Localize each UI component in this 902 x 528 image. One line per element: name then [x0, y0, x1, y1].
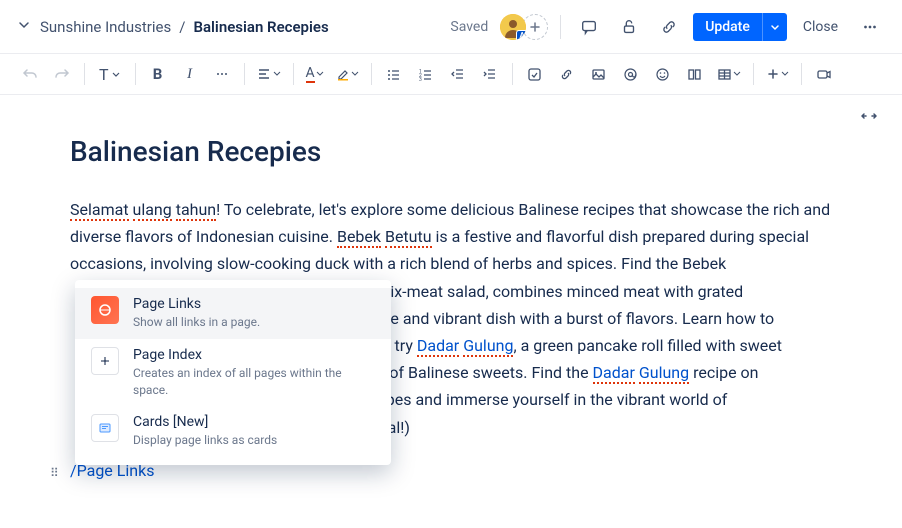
- numbered-list-icon[interactable]: 123: [412, 60, 440, 88]
- divider: [560, 15, 561, 39]
- popup-item-cards[interactable]: Cards [New] Display page links as cards: [75, 406, 391, 457]
- breadcrumb: Sunshine Industries / Balinesian Recepie…: [40, 18, 329, 36]
- popup-item-desc: Show all links in a page.: [133, 314, 375, 331]
- image-icon[interactable]: [585, 60, 613, 88]
- indent-icon[interactable]: [476, 60, 504, 88]
- toolbar-separator: [512, 63, 513, 85]
- page-title[interactable]: Balinesian Recepies: [70, 135, 832, 168]
- page-index-icon: [91, 347, 119, 375]
- toolbar-separator: [244, 63, 245, 85]
- more-icon[interactable]: [854, 11, 886, 43]
- lock-icon[interactable]: [613, 11, 645, 43]
- avatar-badge-icon: A: [516, 30, 526, 40]
- link-icon[interactable]: [653, 11, 685, 43]
- highlight-icon[interactable]: [332, 60, 363, 88]
- update-button-group: Update: [693, 13, 787, 41]
- italic-icon[interactable]: I: [176, 60, 204, 88]
- popup-item-title: Page Index: [133, 347, 375, 363]
- collapse-chevron-icon[interactable]: [16, 17, 32, 37]
- saved-status: Saved: [450, 19, 488, 35]
- slash-command-popup: Page Links Show all links in a page. Pag…: [75, 280, 391, 465]
- toolbar-separator: [293, 63, 294, 85]
- avatar[interactable]: A: [500, 14, 526, 40]
- toolbar-separator: [753, 63, 754, 85]
- insert-link-icon[interactable]: [553, 60, 581, 88]
- popup-item-page-links[interactable]: Page Links Show all links in a page.: [75, 288, 391, 339]
- cards-icon: [91, 414, 119, 442]
- comment-icon[interactable]: [573, 11, 605, 43]
- svg-text:3: 3: [419, 77, 422, 82]
- header: Sunshine Industries / Balinesian Recepie…: [0, 0, 902, 54]
- layouts-icon[interactable]: [681, 60, 709, 88]
- expand-width-icon[interactable]: [860, 107, 878, 129]
- more-formatting-icon[interactable]: [208, 60, 236, 88]
- action-item-icon[interactable]: [521, 60, 549, 88]
- bold-icon[interactable]: B: [144, 60, 172, 88]
- drag-handle-icon[interactable]: ⠿: [50, 466, 59, 480]
- popup-item-title: Page Links: [133, 296, 375, 312]
- align-icon[interactable]: [253, 60, 285, 88]
- toolbar-separator: [84, 63, 85, 85]
- breadcrumb-title[interactable]: Balinesian Recepies: [193, 18, 328, 36]
- camera-icon[interactable]: [810, 60, 838, 88]
- emoji-icon[interactable]: [649, 60, 677, 88]
- toolbar-separator: [371, 63, 372, 85]
- popup-item-desc: Creates an index of all pages within the…: [133, 365, 375, 399]
- popup-item-desc: Display page links as cards: [133, 432, 375, 449]
- toolbar-separator: [801, 63, 802, 85]
- text-color-icon[interactable]: A: [302, 60, 328, 88]
- breadcrumb-separator: /: [179, 18, 185, 36]
- bullet-list-icon[interactable]: [380, 60, 408, 88]
- update-dropdown-icon[interactable]: [762, 13, 787, 41]
- popup-item-title: Cards [New]: [133, 414, 375, 430]
- toolbar-separator: [135, 63, 136, 85]
- mention-icon[interactable]: [617, 60, 645, 88]
- outdent-icon[interactable]: [444, 60, 472, 88]
- undo-icon[interactable]: [16, 60, 44, 88]
- redo-icon[interactable]: [48, 60, 76, 88]
- breadcrumb-space[interactable]: Sunshine Industries: [40, 18, 171, 36]
- close-button[interactable]: Close: [795, 13, 846, 41]
- page-links-icon: [91, 296, 119, 324]
- popup-item-page-index[interactable]: Page Index Creates an index of all pages…: [75, 339, 391, 407]
- text-style-dropdown[interactable]: T: [93, 60, 127, 88]
- avatar-group: A: [500, 14, 548, 40]
- toolbar: T B I A 123: [0, 54, 902, 95]
- update-button[interactable]: Update: [693, 13, 762, 41]
- table-icon[interactable]: [713, 60, 745, 88]
- insert-icon[interactable]: [762, 60, 793, 88]
